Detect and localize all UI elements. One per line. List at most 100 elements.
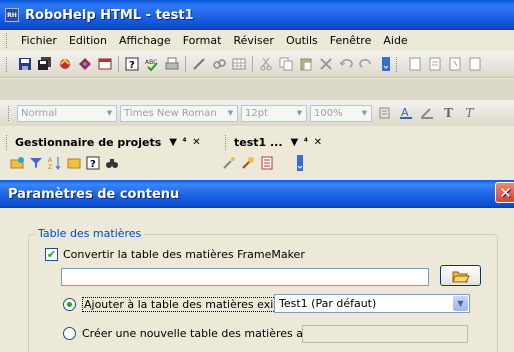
menu-fenetre[interactable]: Fenêtre bbox=[324, 34, 378, 47]
topic-list-icon[interactable] bbox=[260, 156, 274, 170]
menu-fichier[interactable]: Fichier bbox=[15, 34, 63, 47]
style-select[interactable]: Normal ▼ bbox=[17, 104, 117, 122]
pane-overflow-icon[interactable] bbox=[293, 155, 307, 171]
project-manager-header[interactable]: Gestionnaire de projets ▼ ⁴ ✕ bbox=[15, 132, 225, 152]
chevron-down-icon: ▼ bbox=[361, 109, 368, 117]
save-all-icon[interactable] bbox=[37, 56, 53, 72]
toc-path-input[interactable] bbox=[61, 268, 429, 286]
dialog-title-bar[interactable]: Paramètres de contenu ✕ bbox=[0, 180, 514, 208]
document-tab-header[interactable]: test1 ... ▼ ⁴ ✕ bbox=[234, 132, 323, 152]
toolbar-overflow-icon[interactable] bbox=[378, 56, 394, 72]
browse-button[interactable] bbox=[440, 265, 481, 286]
app-title-bar[interactable]: RH RoboHelp HTML - test1 bbox=[0, 0, 514, 30]
page-icon-4[interactable] bbox=[467, 56, 483, 72]
cut-icon[interactable] bbox=[258, 56, 274, 72]
link-icon[interactable] bbox=[211, 56, 227, 72]
find-icon[interactable] bbox=[105, 156, 119, 170]
menubar-grip[interactable] bbox=[6, 33, 9, 48]
italic-button[interactable]: T bbox=[461, 105, 478, 122]
menu-reviser[interactable]: Réviser bbox=[227, 34, 280, 47]
pane-grip[interactable] bbox=[6, 134, 9, 150]
toolbar-grip[interactable] bbox=[6, 56, 9, 72]
spell-check-icon[interactable]: ABC bbox=[144, 56, 160, 72]
format-toolbar-grip[interactable] bbox=[8, 105, 11, 121]
toolbar-separator bbox=[185, 56, 186, 72]
compile-icon[interactable] bbox=[57, 56, 73, 72]
wand-icon[interactable] bbox=[222, 156, 236, 170]
print-icon[interactable] bbox=[164, 56, 180, 72]
page-icon-3[interactable] bbox=[447, 56, 463, 72]
menu-format[interactable]: Format bbox=[177, 34, 228, 47]
menu-edition[interactable]: Edition bbox=[63, 34, 113, 47]
close-button[interactable]: ✕ bbox=[495, 182, 514, 203]
tools-icon[interactable] bbox=[241, 156, 255, 170]
convert-toc-row[interactable]: ✔ Convertir la table des matières FrameM… bbox=[45, 248, 305, 261]
existing-toc-value: Test1 (Par défaut) bbox=[279, 297, 377, 310]
styles-icon[interactable] bbox=[377, 105, 394, 122]
toolbar-separator bbox=[252, 56, 253, 72]
bold-button[interactable]: T bbox=[440, 105, 457, 122]
font-value: Times New Roman bbox=[124, 107, 217, 119]
font-size-value: 12pt bbox=[245, 107, 268, 119]
window-icon[interactable] bbox=[97, 56, 113, 72]
style-value: Normal bbox=[21, 107, 58, 119]
chevron-down-icon: ▼ bbox=[227, 109, 234, 117]
toc-group-label: Table des matières bbox=[35, 227, 145, 240]
page-icon-2[interactable] bbox=[427, 56, 443, 72]
open-folder-icon bbox=[451, 271, 470, 282]
svg-text:Z: Z bbox=[48, 164, 52, 170]
font-size-select[interactable]: 12pt ▼ bbox=[241, 104, 307, 122]
font-color-icon[interactable]: A bbox=[398, 105, 415, 122]
undo-icon[interactable] bbox=[338, 56, 354, 72]
window-title: RoboHelp HTML - test1 bbox=[25, 7, 194, 23]
add-to-existing-radio[interactable] bbox=[63, 298, 76, 311]
copy-icon[interactable] bbox=[278, 56, 294, 72]
svg-text:?: ? bbox=[129, 60, 135, 71]
save-icon[interactable] bbox=[17, 56, 33, 72]
create-new-radio[interactable] bbox=[63, 327, 76, 340]
sort-icon[interactable]: AZ bbox=[48, 156, 62, 170]
new-folder-icon[interactable] bbox=[10, 156, 24, 170]
page-icon-1[interactable] bbox=[407, 56, 423, 72]
redo-icon[interactable] bbox=[358, 56, 374, 72]
chevron-down-icon: ▼ bbox=[453, 296, 468, 311]
pen-icon[interactable] bbox=[191, 56, 207, 72]
dialog-body: Table des matières ✔ Convertir la table … bbox=[0, 208, 514, 352]
menu-bar: Fichier Edition Affichage Format Réviser… bbox=[0, 30, 514, 51]
existing-toc-select[interactable]: Test1 (Par défaut) ▼ bbox=[274, 294, 470, 313]
standard-toolbar: ? ABC bbox=[0, 51, 514, 78]
filter-icon[interactable] bbox=[29, 156, 43, 170]
delete-icon[interactable] bbox=[318, 56, 334, 72]
robohelp-app-icon: RH bbox=[5, 8, 19, 22]
project-manager-title: Gestionnaire de projets bbox=[15, 135, 162, 149]
formatting-toolbar: Normal ▼ Times New Roman ▼ 12pt ▼ 100% ▼… bbox=[0, 100, 514, 126]
svg-text:A: A bbox=[48, 157, 53, 164]
toolbar2-grip[interactable] bbox=[396, 56, 399, 72]
chevron-down-icon: ▼ bbox=[296, 109, 303, 117]
menu-aide[interactable]: Aide bbox=[377, 34, 413, 47]
font-select[interactable]: Times New Roman ▼ bbox=[120, 104, 238, 122]
pane-controls[interactable]: ▼ ⁴ ✕ bbox=[169, 137, 201, 148]
convert-toc-label[interactable]: Convertir la table des matières FrameMak… bbox=[63, 248, 305, 261]
table-icon[interactable] bbox=[231, 56, 247, 72]
toolbar-separator bbox=[118, 56, 119, 72]
chevron-down-icon: ▼ bbox=[106, 109, 113, 117]
help-icon[interactable]: ? bbox=[86, 156, 100, 170]
highlight-icon[interactable] bbox=[419, 105, 436, 122]
paste-icon[interactable] bbox=[298, 56, 314, 72]
new-toc-name-input bbox=[302, 325, 468, 343]
folder-icon[interactable] bbox=[67, 156, 81, 170]
pane-grip[interactable] bbox=[225, 134, 228, 150]
svg-text:?: ? bbox=[90, 159, 96, 170]
pane-controls[interactable]: ▼ ⁴ ✕ bbox=[291, 137, 323, 148]
document-tab-title: test1 ... bbox=[234, 135, 283, 149]
zoom-value: 100% bbox=[314, 107, 343, 119]
dialog-title: Paramètres de contenu bbox=[8, 186, 180, 202]
convert-toc-checkbox[interactable]: ✔ bbox=[45, 248, 58, 261]
pane-toolbar-row: AZ ? bbox=[0, 152, 514, 174]
view-icon[interactable] bbox=[77, 56, 93, 72]
menu-outils[interactable]: Outils bbox=[280, 34, 324, 47]
zoom-select[interactable]: 100% ▼ bbox=[310, 104, 372, 122]
menu-affichage[interactable]: Affichage bbox=[113, 34, 177, 47]
help-icon[interactable]: ? bbox=[124, 56, 140, 72]
